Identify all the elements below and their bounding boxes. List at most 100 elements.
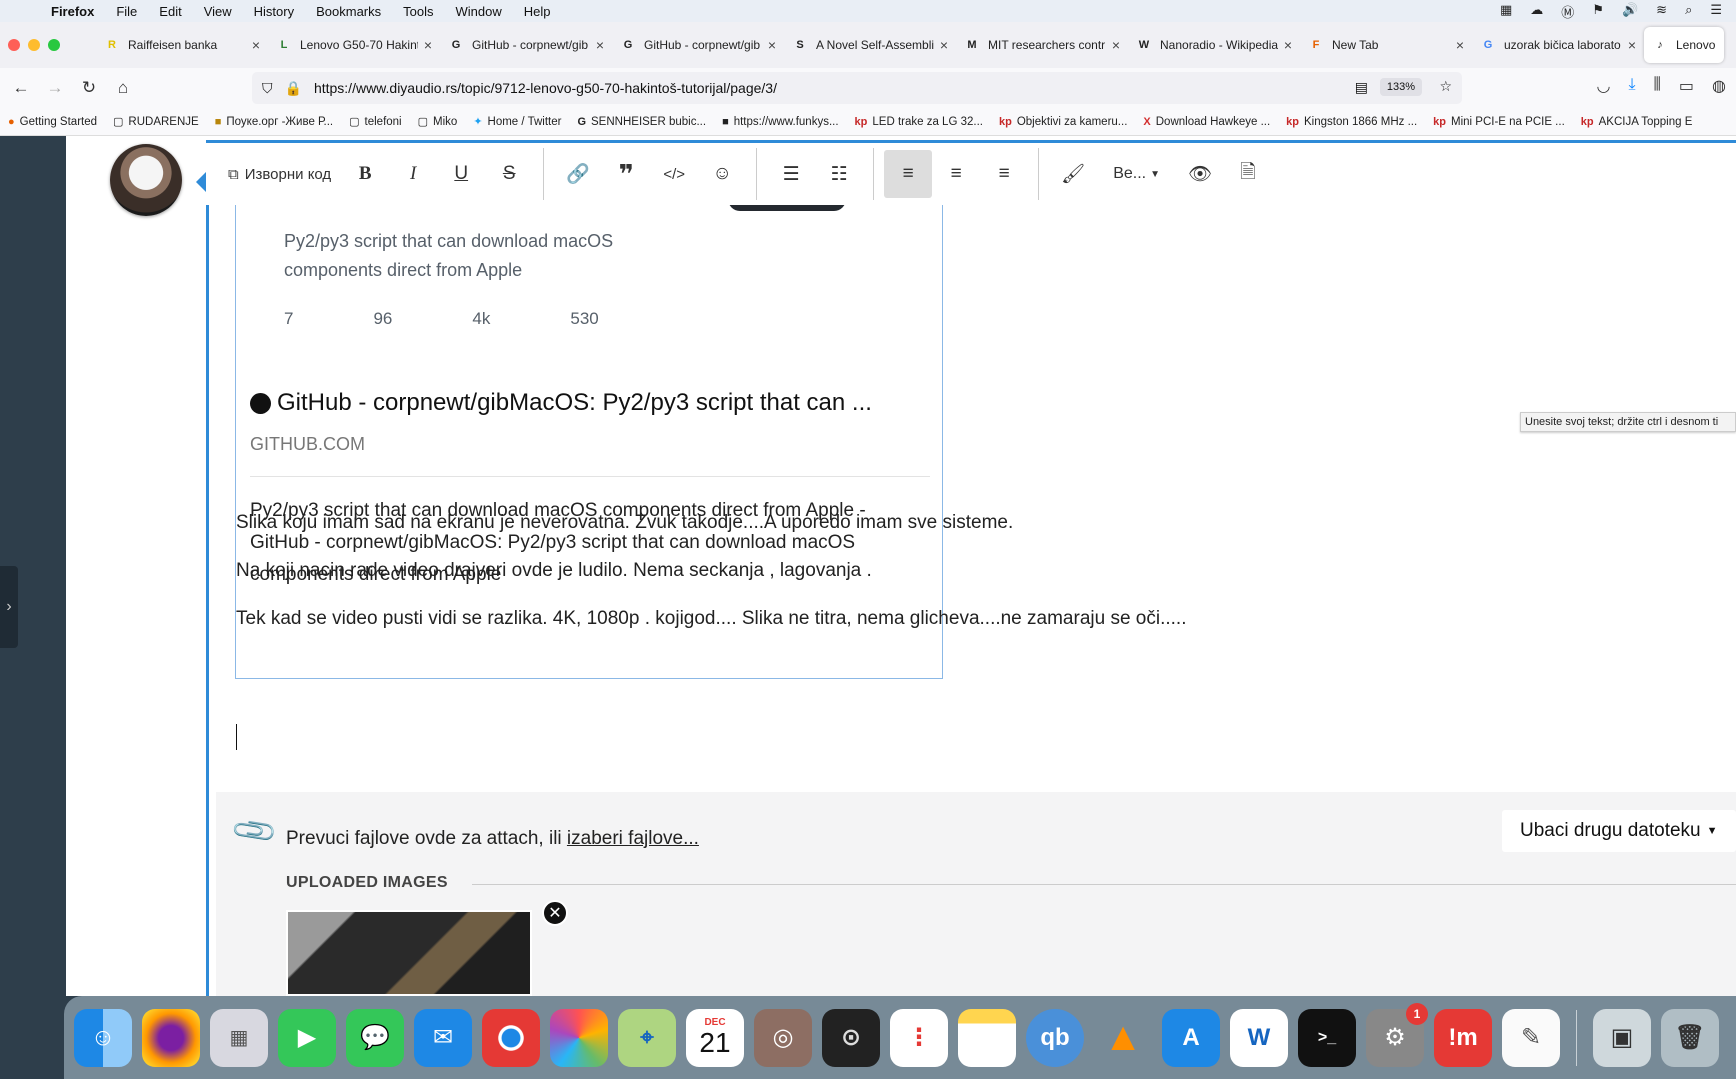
shield-icon[interactable]: ⛉ [262,80,273,97]
textedit-icon[interactable]: ✎ [1502,1008,1560,1067]
forward-arrow-icon[interactable]: → [38,78,72,98]
link-icon[interactable]: 🔗 [554,150,602,198]
close-tab-icon[interactable]: × [252,37,260,53]
menu-file[interactable]: File [105,4,148,19]
contacts-icon[interactable]: ◎ [754,1008,812,1067]
launchpad-icon[interactable]: ▦ [210,1008,268,1067]
reminders-icon[interactable]: ⋮ [890,1008,948,1067]
menu-app-name[interactable]: Firefox [40,4,105,19]
trash-icon[interactable]: 🗑 [1661,1008,1719,1067]
tab-novel-self-assembly[interactable]: S A Novel Self-Assembli × [784,27,956,63]
tab-mit-researchers[interactable]: M MIT researchers contr × [956,27,1128,63]
library-icon[interactable]: ⫼ [1654,76,1661,96]
reload-icon[interactable]: ↻ [72,78,106,98]
menu-history[interactable]: History [243,4,305,19]
disk-utility-icon[interactable]: ⊙ [822,1008,880,1067]
uploaded-image-thumbnail[interactable] [286,910,532,996]
facetime-icon[interactable]: ▶ [278,1008,336,1067]
tab-github-2[interactable]: G GitHub - corpnewt/gib × [612,27,784,63]
bookmark-item[interactable]: kp LED trake za LG 32... [847,116,991,128]
avatar[interactable] [110,144,182,216]
tab-lenovo-hakintos[interactable]: L Lenovo G50-70 Hakint × [268,27,440,63]
tab-nanoradio-wikipedia[interactable]: W Nanoradio - Wikipedia × [1128,27,1300,63]
insert-other-file-button[interactable]: Ubaci drugu datoteku ▼ [1502,810,1736,852]
vlc-icon[interactable]: ▲ [1094,1009,1152,1067]
more-dropdown[interactable]: Ве... ▼ [1097,150,1176,198]
bookmark-folder[interactable]: ▢ RUDARENJE [105,115,207,129]
bookmark-folder[interactable]: ▢ Miko [410,115,466,129]
menu-view[interactable]: View [193,4,243,19]
brush-icon[interactable]: 🖌 [1049,150,1097,198]
sidebar-icon[interactable]: ▭ [1679,76,1694,96]
numbered-list-icon[interactable]: ☷ [815,150,863,198]
post-paragraph[interactable]: Tek kad se video pusti vidi se razlika. … [236,608,1186,630]
istat-icon[interactable]: ▦ [1500,2,1512,21]
home-icon[interactable]: ⌂ [106,78,140,98]
volume-icon[interactable]: 🔊 [1622,2,1638,21]
url-bar[interactable]: ⛉ 🔒 https://www.diyaudio.rs/topic/9712-l… [252,72,1462,104]
back-arrow-icon[interactable]: ← [4,78,38,98]
preview-eye-icon[interactable]: 👁 [1176,150,1224,198]
post-paragraph[interactable]: Na koji nacin rade video drajveri ovde j… [236,560,872,582]
spotlight-search-icon[interactable]: ⌕ [1685,2,1692,21]
post-paragraph[interactable]: Slika koju imam sad na ekranu je neverov… [236,512,1013,534]
bookmark-item[interactable]: kp Objektivi za kameru... [991,116,1135,128]
close-tab-icon[interactable]: × [940,37,948,53]
flag-icon[interactable]: ⚑ [1592,2,1604,21]
attachment-dropzone[interactable]: 📎 Prevuci fajlove ovde za attach, ili iz… [216,792,1736,996]
chrome-icon[interactable] [482,1008,540,1067]
bookmark-item[interactable]: kp AKCIJA Topping E [1573,116,1701,128]
menu-tools[interactable]: Tools [392,4,444,19]
messages-icon[interactable]: 💬 [346,1008,404,1067]
preview-app-icon[interactable]: ▣ [1593,1008,1651,1067]
close-tab-icon[interactable]: × [1284,37,1292,53]
preview-title[interactable]: GitHub - corpnewt/gibMacOS: Py2/py3 scri… [250,389,872,417]
link-preview-embed[interactable]: Py2/py3 script that can download macOS c… [235,196,943,679]
document-icon[interactable]: 🗎 [1224,150,1272,198]
firefox-icon[interactable] [142,1008,200,1067]
word-icon[interactable]: W [1230,1008,1288,1067]
wifi-icon[interactable]: ≋ [1656,2,1667,21]
choose-files-link[interactable]: izaberi fajlove... [567,828,699,849]
close-tab-icon[interactable]: × [1456,37,1464,53]
lock-icon[interactable]: 🔒 [285,80,302,97]
mail-icon[interactable]: ✉ [414,1008,472,1067]
bookmark-item[interactable]: ■ https://www.funkys... [714,116,846,128]
strikethrough-button[interactable]: S [485,150,533,198]
bookmark-item[interactable]: kp Kingston 1866 MHz ... [1278,116,1425,128]
close-tab-icon[interactable]: × [424,37,432,53]
extension-icon[interactable]: ◍ [1712,76,1726,96]
tab-raiffeisen[interactable]: R Raiffeisen banka × [96,27,268,63]
photos-icon[interactable] [550,1008,608,1067]
align-left-icon[interactable]: ≡ [884,150,933,198]
tab-new-tab[interactable]: F New Tab × [1300,27,1472,63]
download-icon[interactable]: ⤓ [1628,76,1635,96]
calendar-icon[interactable]: DEC 21 [686,1008,744,1067]
bookmark-folder[interactable]: ▢ telefoni [341,115,410,129]
malwarebytes-icon[interactable]: Ⓜ [1561,2,1574,21]
reader-view-icon[interactable]: ▤ [1355,79,1368,96]
url-text[interactable]: https://www.diyaudio.rs/topic/9712-lenov… [314,80,777,96]
menu-bookmarks[interactable]: Bookmarks [305,4,392,19]
close-tab-icon[interactable]: × [768,37,776,53]
underline-button[interactable]: U [437,150,485,198]
terminal-icon[interactable]: >_ [1298,1008,1356,1067]
finder-icon[interactable]: ☺ [74,1008,132,1067]
bookmark-item[interactable]: ✦ Home / Twitter [465,115,569,129]
menu-edit[interactable]: Edit [148,4,192,19]
menu-window[interactable]: Window [445,4,513,19]
align-center-icon[interactable]: ≡ [932,150,980,198]
notes-icon[interactable] [958,1008,1016,1067]
system-preferences-icon[interactable]: ⚙ 1 [1366,1002,1428,1067]
close-tab-icon[interactable]: × [1112,37,1120,53]
tab-github-1[interactable]: G GitHub - corpnewt/gib × [440,27,612,63]
bookmark-item[interactable]: X Download Hawkeye ... [1135,116,1278,128]
source-code-button[interactable]: ⧉ Изворни код [206,150,341,198]
bookmark-item[interactable]: G SENNHEISER bubic... [569,116,714,128]
istat-menus-icon[interactable]: !m [1434,1008,1492,1067]
close-tab-icon[interactable]: × [1628,37,1636,53]
zoom-level[interactable]: 133% [1379,78,1422,96]
minimize-window-icon[interactable] [28,39,40,51]
cloud-icon[interactable]: ☁ [1530,2,1543,21]
tab-lenovo-active[interactable]: ♪ Lenovo G [1644,27,1724,63]
